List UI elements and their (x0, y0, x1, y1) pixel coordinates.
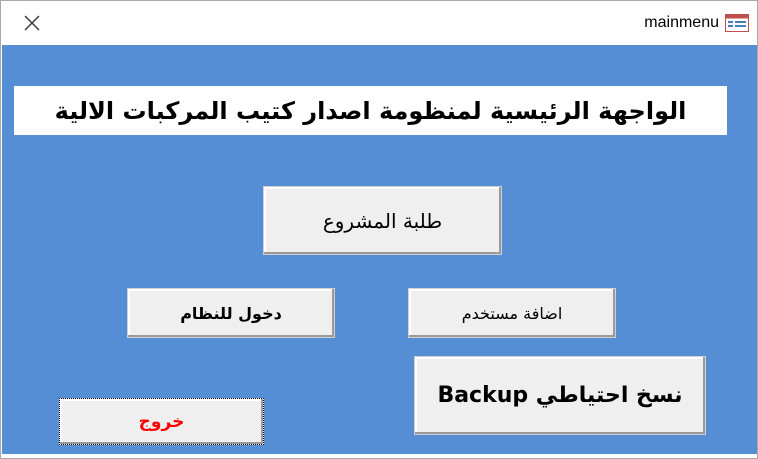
close-button[interactable] (15, 8, 49, 38)
title-bar: mainmenu (1, 1, 757, 45)
form-body: الواجهة الرئيسية لمنظومة اصدار كتيب المر… (2, 45, 757, 454)
exit-button[interactable]: خروج (59, 398, 264, 445)
form-icon (725, 14, 749, 32)
backup-button[interactable]: نسخ احتياطي Backup (414, 356, 706, 435)
students-button[interactable]: طلبة المشروع (263, 186, 502, 255)
form-window: mainmenu الواجهة الرئيسية لمنظومة اصدار … (0, 0, 758, 459)
add-user-button[interactable]: اضافة مستخدم (408, 288, 616, 338)
close-icon (24, 15, 40, 31)
login-button[interactable]: دخول للنظام (127, 288, 335, 338)
window-title: mainmenu (644, 14, 719, 31)
window-title-group: mainmenu (644, 13, 749, 33)
page-title: الواجهة الرئيسية لمنظومة اصدار كتيب المر… (14, 86, 727, 135)
